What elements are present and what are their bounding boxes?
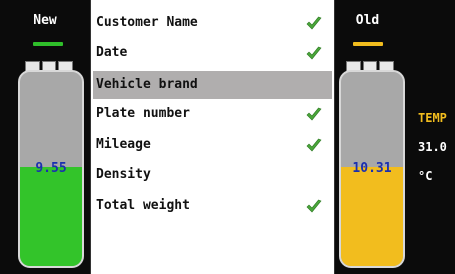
list-item[interactable]: Vehicle brand (93, 71, 332, 99)
old-tank-value: 10.31 (352, 161, 392, 176)
new-tank-title: New (33, 13, 57, 28)
check-icon (306, 107, 322, 121)
list-item-label: Vehicle brand (96, 77, 198, 92)
list-item[interactable]: Plate number (91, 100, 334, 128)
check-icon (306, 46, 322, 60)
check-icon (306, 138, 322, 152)
list-item-label: Total weight (96, 198, 190, 213)
temp-value: 31.0 (418, 140, 447, 154)
new-tank-value: 9.55 (35, 161, 67, 176)
list-item[interactable]: Customer Name (91, 9, 334, 37)
list-item-label: Customer Name (96, 15, 198, 30)
temp-unit: °C (418, 169, 433, 183)
new-tank-fill (20, 167, 82, 266)
temp-label: TEMP (418, 111, 447, 125)
old-tank-indicator (353, 42, 383, 46)
old-tank-fill (341, 167, 403, 266)
list-item-label: Density (96, 167, 151, 182)
list-item-label: Plate number (96, 106, 190, 121)
field-list: Customer Name Date Vehicle brand Plate numb… (90, 0, 335, 274)
old-tank-title: Old (355, 13, 380, 28)
check-icon (306, 16, 322, 30)
new-tank-body: 9.55 (18, 70, 84, 268)
list-item[interactable]: Density (91, 161, 334, 189)
old-tank-body: 10.31 (339, 70, 405, 268)
list-item[interactable]: Total weight (91, 192, 334, 220)
screen: New 9.55 Customer Name Date Vehicle brand P… (0, 0, 455, 274)
list-item[interactable]: Date (91, 39, 334, 67)
list-item-label: Date (96, 45, 128, 60)
list-item[interactable]: Mileage (91, 131, 334, 159)
list-item-label: Mileage (96, 137, 151, 152)
new-tank-indicator (33, 42, 63, 46)
new-tank-panel: New 9.55 (0, 0, 90, 274)
old-tank-panel: Old 10.31 TEMP 31.0 °C (335, 0, 455, 274)
check-icon (306, 199, 322, 213)
